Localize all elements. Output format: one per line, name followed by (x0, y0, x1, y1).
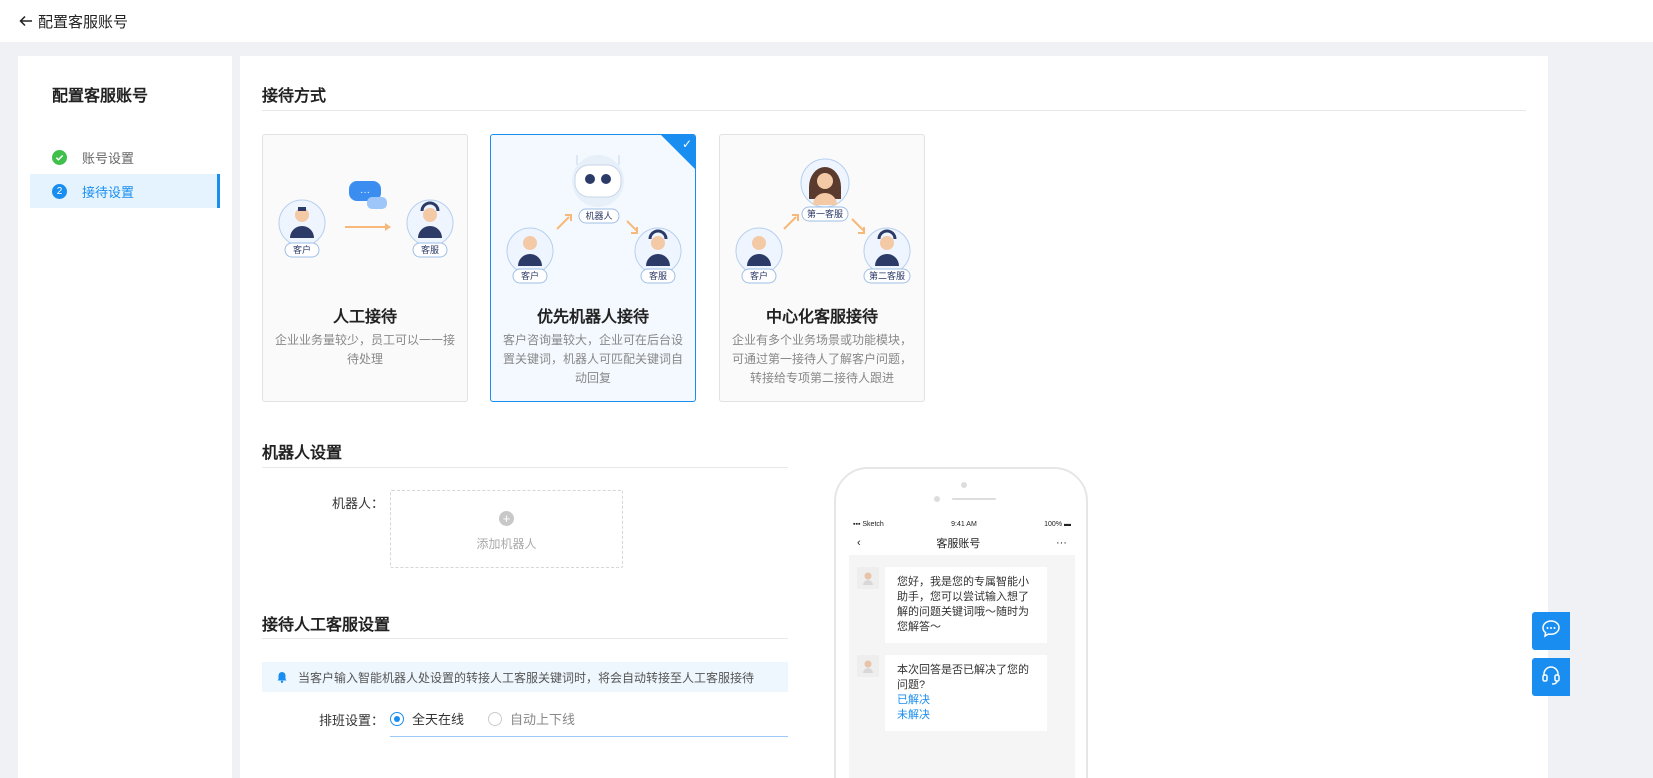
more-icon: ··· (1055, 537, 1067, 549)
carrier: ▪▪▪ Sketch (853, 520, 884, 528)
card-description: 企业有多个业务场景或功能模块，可通过第一接待人了解客户问题，转接给专项第二接待人… (731, 333, 912, 385)
step-account-settings[interactable]: 账号设置 (30, 140, 220, 174)
message-text: 本次回答是否已解决了您的问题? (897, 664, 1029, 691)
reception-card-centralized[interactable]: 第一客服 客户 第二客服 中心化客服接待 企业有多个业务场景或功能模块，可通过第… (719, 134, 925, 402)
notice-text: 当客户输入智能机器人处设置的转接人工客服关键词时，将会自动转接至人工客服接待 (298, 670, 755, 685)
phone-screen: ▪▪▪ Sketch 9:41 AM 100% ▬ ‹ 客服账号 ··· 您好，… (849, 517, 1075, 778)
radio-circle (488, 711, 502, 726)
second-agent-tag: 第二客服 (869, 270, 905, 281)
radio-label: 全天在线 (412, 712, 465, 727)
radio-label: 自动上下线 (510, 712, 576, 727)
manual-illustration: 客户 ··· 客服 (278, 181, 454, 258)
schedule-label: 排班设置： (318, 713, 384, 728)
section-title-human: 接待人工客服设置 (262, 617, 391, 634)
avatar (857, 655, 879, 677)
card-description: 企业业务量较少，员工可以一一接待处理 (274, 333, 455, 366)
plus-icon: + (499, 511, 514, 526)
nav-title: 客服账号 (936, 538, 981, 550)
divider (262, 467, 788, 468)
battery: 100% ▬ (1044, 520, 1071, 528)
chevron-left-icon: ‹ (857, 537, 861, 549)
centralized-illustration: 第一客服 客户 第二客服 (735, 158, 911, 284)
camera-dot (961, 482, 967, 488)
customer-tag: 客户 (293, 244, 311, 255)
section-title-robot: 机器人设置 (262, 445, 343, 462)
card-title: 中心化客服接待 (765, 309, 878, 326)
card-description: 客户咨询量较大，企业可在后台设置关键词，机器人可匹配关键词自动回复 (502, 333, 683, 385)
chat-float-button[interactable] (1532, 612, 1570, 650)
card-title: 人工接待 (332, 309, 397, 326)
message-bubble: 本次回答是否已解决了您的问题? 已解决 未解决 (885, 655, 1047, 731)
page-title: 配置客服账号 (38, 13, 129, 31)
step-reception-settings[interactable]: 2 接待设置 (30, 174, 220, 208)
first-agent-tag: 第一客服 (807, 208, 843, 219)
step-label: 接待设置 (82, 184, 135, 200)
sidebar-title: 配置客服账号 (52, 88, 149, 105)
check-icon: ✓ (681, 137, 692, 151)
field-border (390, 736, 788, 737)
customer-tag: 客户 (750, 270, 768, 281)
chat-message: 您好，我是您的专属智能小助手，您可以尝试输入想了解的问题关键词哦～随时为您解答～ (857, 567, 1047, 643)
agent-tag: 客服 (421, 244, 439, 255)
radio-all-day-online[interactable]: 全天在线 (390, 709, 464, 728)
support-float-button[interactable] (1532, 658, 1570, 696)
sensor-dot (934, 496, 940, 502)
check-circle-icon (52, 149, 67, 165)
radio-circle (390, 711, 404, 726)
unresolved-link[interactable]: 未解决 (897, 708, 1035, 723)
customer-tag: 客户 (521, 270, 539, 281)
avatar (857, 567, 879, 589)
reception-card-robot-first[interactable]: 机器人 客户 客服 ✓ 优先机器人接待 客户咨询量较大，企业可在后台设置关键词，… (490, 134, 696, 402)
speaker-slit (952, 498, 996, 500)
step-label: 账号设置 (82, 150, 135, 166)
divider (262, 110, 1526, 111)
message-bubble: 您好，我是您的专属智能小助手，您可以尝试输入想了解的问题关键词哦～随时为您解答～ (885, 567, 1047, 643)
phone-nav-bar: ‹ 客服账号 ··· (849, 531, 1075, 555)
resolved-link[interactable]: 已解决 (897, 693, 1035, 708)
robot-label: 机器人： (331, 496, 384, 511)
add-robot-button[interactable]: + 添加机器人 (390, 490, 623, 568)
add-robot-text: 添加机器人 (476, 537, 537, 551)
clock: 9:41 AM (951, 520, 977, 528)
bell-icon (276, 671, 288, 683)
step-number: 2 (52, 183, 67, 199)
card-title: 优先机器人接待 (536, 309, 649, 326)
info-notice: 当客户输入智能机器人处设置的转接人工客服关键词时，将会自动转接至人工客服接待 (262, 662, 788, 692)
svg-text:···: ··· (360, 187, 370, 198)
headset-icon (1540, 664, 1562, 691)
phone-preview: ▪▪▪ Sketch 9:41 AM 100% ▬ ‹ 客服账号 ··· 您好，… (834, 467, 1088, 778)
back-arrow-icon[interactable] (18, 13, 34, 29)
chat-message: 本次回答是否已解决了您的问题? 已解决 未解决 (857, 655, 1047, 731)
agent-tag: 客服 (649, 270, 667, 281)
robot-tag: 机器人 (585, 210, 612, 221)
divider (262, 638, 788, 639)
top-bar: 配置客服账号 (0, 0, 1653, 42)
status-bar: ▪▪▪ Sketch 9:41 AM 100% ▬ (849, 517, 1075, 531)
radio-auto-online[interactable]: 自动上下线 (488, 709, 575, 728)
section-title-reception: 接待方式 (262, 88, 327, 105)
reception-card-manual[interactable]: 客户 ··· 客服 人工接待 企业业务量较少，员工可以一一接待处理 (262, 134, 468, 402)
chat-icon (1540, 618, 1562, 645)
